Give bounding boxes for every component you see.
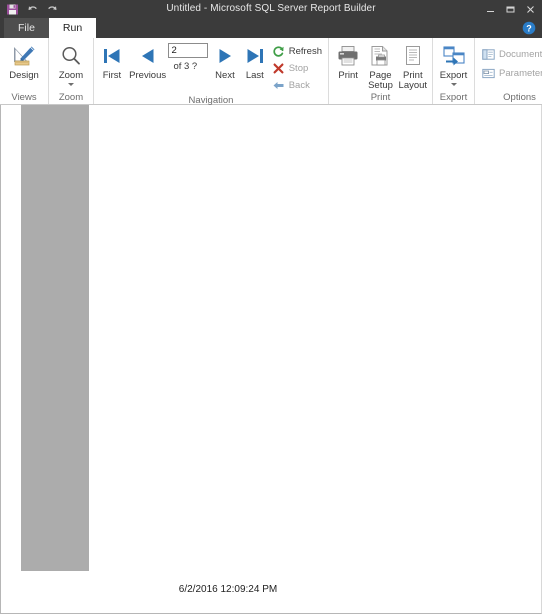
export-button[interactable]: Export <box>436 41 471 86</box>
page-number-input[interactable] <box>168 43 209 58</box>
minimize-button[interactable] <box>480 0 500 18</box>
print-label: Print <box>338 70 358 81</box>
first-page-icon <box>101 43 123 69</box>
restore-button[interactable] <box>500 0 520 18</box>
refresh-button[interactable]: Refresh <box>270 43 325 60</box>
zoom-label: Zoom <box>58 70 84 81</box>
refresh-icon <box>272 45 285 58</box>
first-page-button[interactable]: First <box>97 41 127 81</box>
stop-label: Stop <box>288 63 309 74</box>
last-page-button[interactable]: Last <box>240 41 270 81</box>
last-page-icon <box>244 43 266 69</box>
quick-access-toolbar <box>6 0 59 18</box>
report-footer: 6/2/2016 12:09:24 PM <box>1 584 541 595</box>
print-layout-label2: Layout <box>398 80 428 91</box>
report-builder-window: Untitled - Microsoft SQL Server Report B… <box>0 0 542 614</box>
print-icon <box>336 43 360 69</box>
stop-icon <box>272 62 285 75</box>
page-setup-icon <box>368 43 392 69</box>
report-image-placeholder <box>21 105 89 571</box>
save-icon[interactable] <box>6 3 19 16</box>
back-icon <box>272 79 285 92</box>
chevron-down-icon[interactable] <box>68 83 74 86</box>
previous-page-icon <box>137 43 159 69</box>
export-label: Export <box>439 70 468 81</box>
chevron-down-icon[interactable] <box>450 83 457 86</box>
last-page-label: Last <box>245 70 264 81</box>
svg-text:?: ? <box>526 23 532 33</box>
print-button[interactable]: Print <box>332 41 364 81</box>
window-controls <box>480 0 540 18</box>
redo-icon[interactable] <box>46 3 59 16</box>
print-layout-icon <box>401 43 425 69</box>
tab-file[interactable]: File <box>4 18 49 38</box>
report-timestamp: 6/2/2016 12:09:24 PM <box>178 584 278 595</box>
parameters-label: Parameters <box>499 68 542 79</box>
document-map-label: Document <box>499 49 542 60</box>
title-bar: Untitled - Microsoft SQL Server Report B… <box>0 0 542 18</box>
ribbon-group-export: Export Export <box>432 38 474 104</box>
page-setup-button[interactable]: Page Setup <box>364 41 396 91</box>
group-label-zoom: Zoom <box>58 92 84 103</box>
document-map-icon <box>482 48 495 61</box>
group-label-print: Print <box>370 92 391 103</box>
undo-icon[interactable] <box>26 3 39 16</box>
tab-run[interactable]: Run <box>48 18 97 38</box>
zoom-button[interactable]: Zoom <box>52 41 90 86</box>
ribbon-tab-strip: File Run ? <box>0 18 542 38</box>
export-icon <box>442 43 466 69</box>
ribbon-group-options: Document Parameters <box>474 38 542 104</box>
ribbon-group-views: Design Views <box>0 38 48 104</box>
next-page-icon <box>214 43 236 69</box>
refresh-label: Refresh <box>288 46 322 57</box>
ribbon: Design Views Zoom Zoom First Previous 2 … <box>0 38 542 106</box>
zoom-icon <box>59 43 83 69</box>
document-map-button[interactable]: Document <box>480 45 542 64</box>
next-page-label: Next <box>215 70 235 81</box>
help-icon[interactable]: ? <box>522 21 536 35</box>
design-label: Design <box>9 70 39 81</box>
design-button[interactable]: Design <box>3 41 45 81</box>
group-label-options: Options <box>503 92 536 103</box>
back-button[interactable]: Back <box>270 77 325 94</box>
next-page-button[interactable]: Next <box>210 41 240 81</box>
previous-page-button[interactable]: Previous <box>127 41 169 81</box>
group-label-views: Views <box>11 92 37 103</box>
ribbon-group-navigation: First Previous of 3 ? <box>93 38 328 106</box>
print-layout-button[interactable]: Print Layout <box>397 41 429 91</box>
parameters-icon <box>482 67 495 80</box>
back-label: Back <box>288 80 310 91</box>
page-number-field: of 3 ? <box>168 41 210 72</box>
page-setup-label2: Setup <box>368 80 393 91</box>
previous-page-label: Previous <box>129 70 167 81</box>
window-title: Untitled - Microsoft SQL Server Report B… <box>166 3 376 14</box>
report-page: 6/2/2016 12:09:24 PM <box>1 105 541 613</box>
navigation-small-buttons: Refresh Stop Back <box>270 41 325 94</box>
close-button[interactable] <box>520 0 540 18</box>
report-preview-area[interactable]: 6/2/2016 12:09:24 PM <box>0 105 542 614</box>
group-label-export: Export <box>439 92 468 103</box>
page-count-label: of 3 ? <box>173 61 198 72</box>
ribbon-group-print: Print Page Setup Print Layout Print <box>328 38 432 104</box>
design-icon <box>11 43 37 69</box>
options-buttons: Document Parameters <box>478 41 542 83</box>
stop-button[interactable]: Stop <box>270 60 325 77</box>
ribbon-group-zoom: Zoom Zoom <box>48 38 93 104</box>
parameters-button[interactable]: Parameters <box>480 64 542 83</box>
first-page-label: First <box>102 70 122 81</box>
